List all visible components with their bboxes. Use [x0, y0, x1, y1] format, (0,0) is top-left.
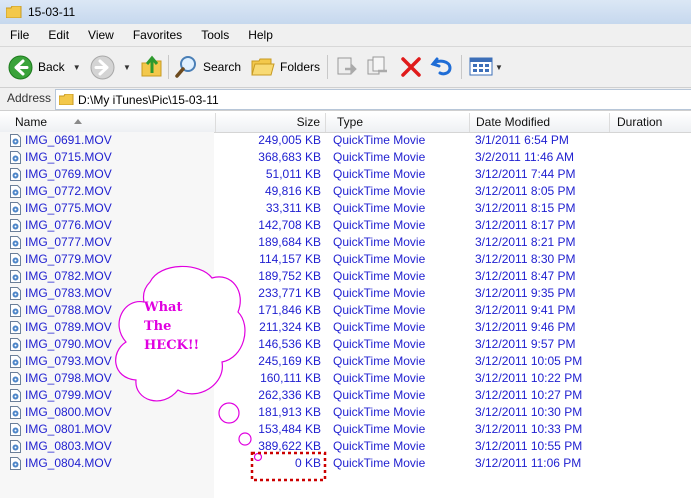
annotation-line: What [144, 300, 183, 315]
annotation-line: HECK!! [144, 338, 200, 353]
zero-kb-highlight-box [250, 451, 327, 482]
annotation-overlay [115, 265, 327, 482]
annotation-line: The [144, 319, 172, 334]
thought-cloud-icon [115, 265, 263, 462]
annotation-text: What The HECK!! [144, 298, 234, 355]
